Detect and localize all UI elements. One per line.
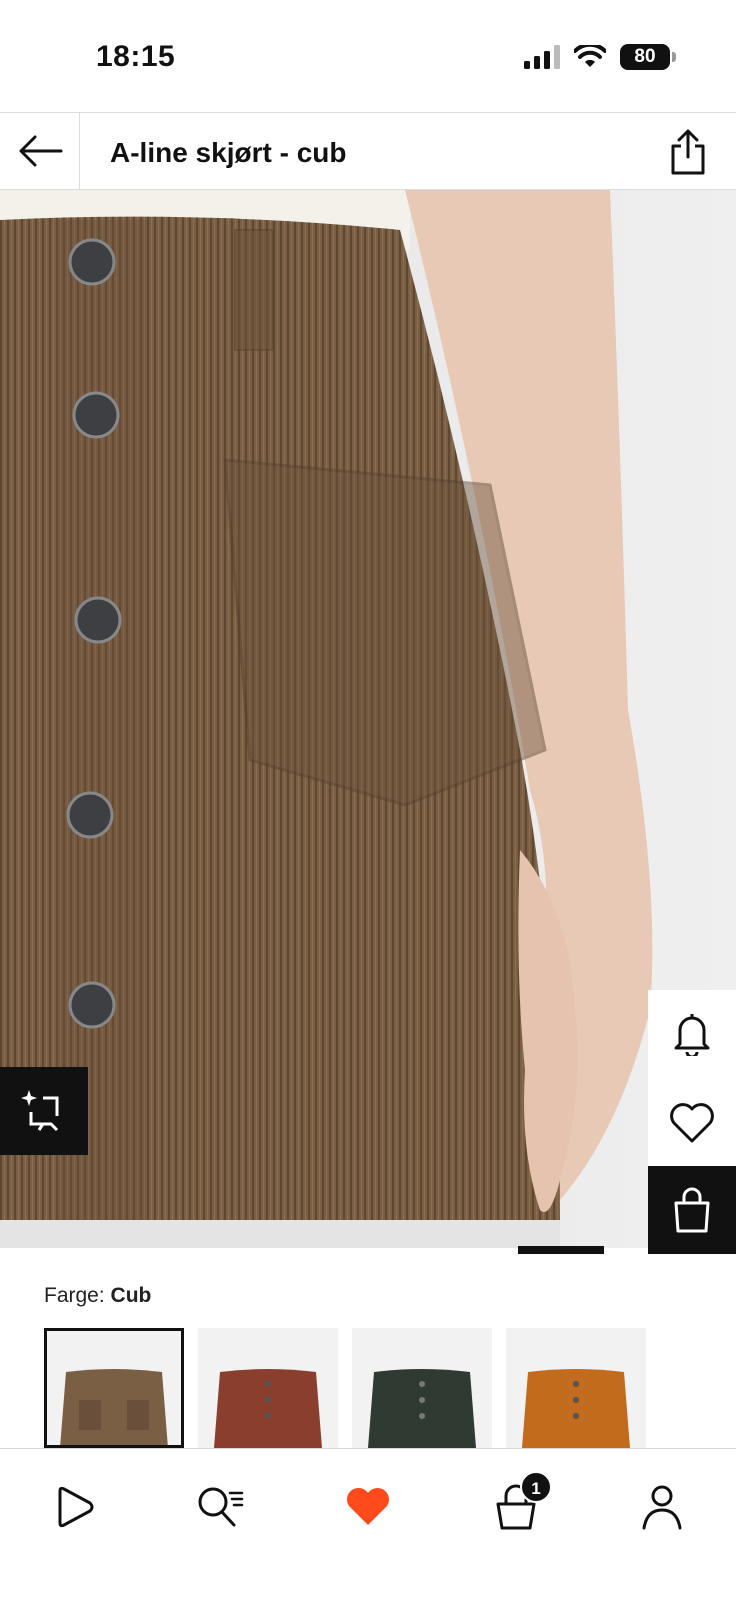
nav-cart[interactable]: 1 xyxy=(476,1467,556,1547)
nav-play[interactable] xyxy=(34,1467,114,1547)
favorite-button[interactable] xyxy=(648,1078,736,1166)
visual-search-button[interactable] xyxy=(0,1067,88,1155)
color-swatch-rust[interactable] xyxy=(198,1328,338,1448)
product-image[interactable] xyxy=(0,190,736,1248)
color-swatch-cub[interactable] xyxy=(44,1328,184,1448)
color-swatch-dark-green[interactable] xyxy=(352,1328,492,1448)
skirt-thumbnail xyxy=(368,1369,476,1448)
bottom-navigation: 1 xyxy=(0,1448,736,1600)
image-carousel-indicator xyxy=(518,1246,604,1254)
color-label-prefix: Farge: xyxy=(44,1284,105,1307)
search-icon xyxy=(198,1487,244,1527)
nav-favorites[interactable] xyxy=(328,1467,408,1547)
play-icon xyxy=(58,1486,94,1528)
skirt-thumbnail xyxy=(60,1369,168,1448)
sparkle-crop-icon xyxy=(21,1090,59,1132)
nav-profile[interactable] xyxy=(622,1467,702,1547)
skirt-thumbnail xyxy=(214,1369,322,1448)
color-selector: Farge: Cub xyxy=(0,1254,736,1448)
wifi-icon xyxy=(574,45,606,67)
cellular-signal-icon xyxy=(524,45,560,69)
heart-outline-icon xyxy=(670,1103,714,1143)
status-icons: 80 xyxy=(524,44,676,70)
notify-button[interactable] xyxy=(648,990,736,1078)
heart-filled-icon xyxy=(346,1487,390,1525)
product-photo xyxy=(0,190,736,1248)
back-button[interactable] xyxy=(0,113,80,189)
user-icon xyxy=(642,1485,682,1530)
share-icon xyxy=(671,129,705,175)
status-bar: 18:15 80 xyxy=(0,0,736,112)
cart-count-badge: 1 xyxy=(520,1471,552,1503)
color-swatches xyxy=(44,1328,646,1448)
nav-search[interactable] xyxy=(180,1467,260,1547)
selected-color-name: Cub xyxy=(110,1284,152,1307)
bell-icon xyxy=(674,1014,710,1056)
shopping-bag-icon xyxy=(674,1187,710,1233)
color-label: Farge: Cub xyxy=(44,1284,151,1308)
status-time: 18:15 xyxy=(96,40,176,73)
product-action-rail xyxy=(648,990,736,1254)
product-header: A-line skjørt - cub xyxy=(0,112,736,190)
battery-indicator: 80 xyxy=(620,44,676,70)
page-title: A-line skjørt - cub xyxy=(110,137,347,168)
share-button[interactable] xyxy=(664,127,712,177)
arrow-left-icon xyxy=(19,135,62,167)
add-to-bag-button[interactable] xyxy=(648,1166,736,1254)
skirt-thumbnail xyxy=(522,1369,630,1448)
color-swatch-orange[interactable] xyxy=(506,1328,646,1448)
